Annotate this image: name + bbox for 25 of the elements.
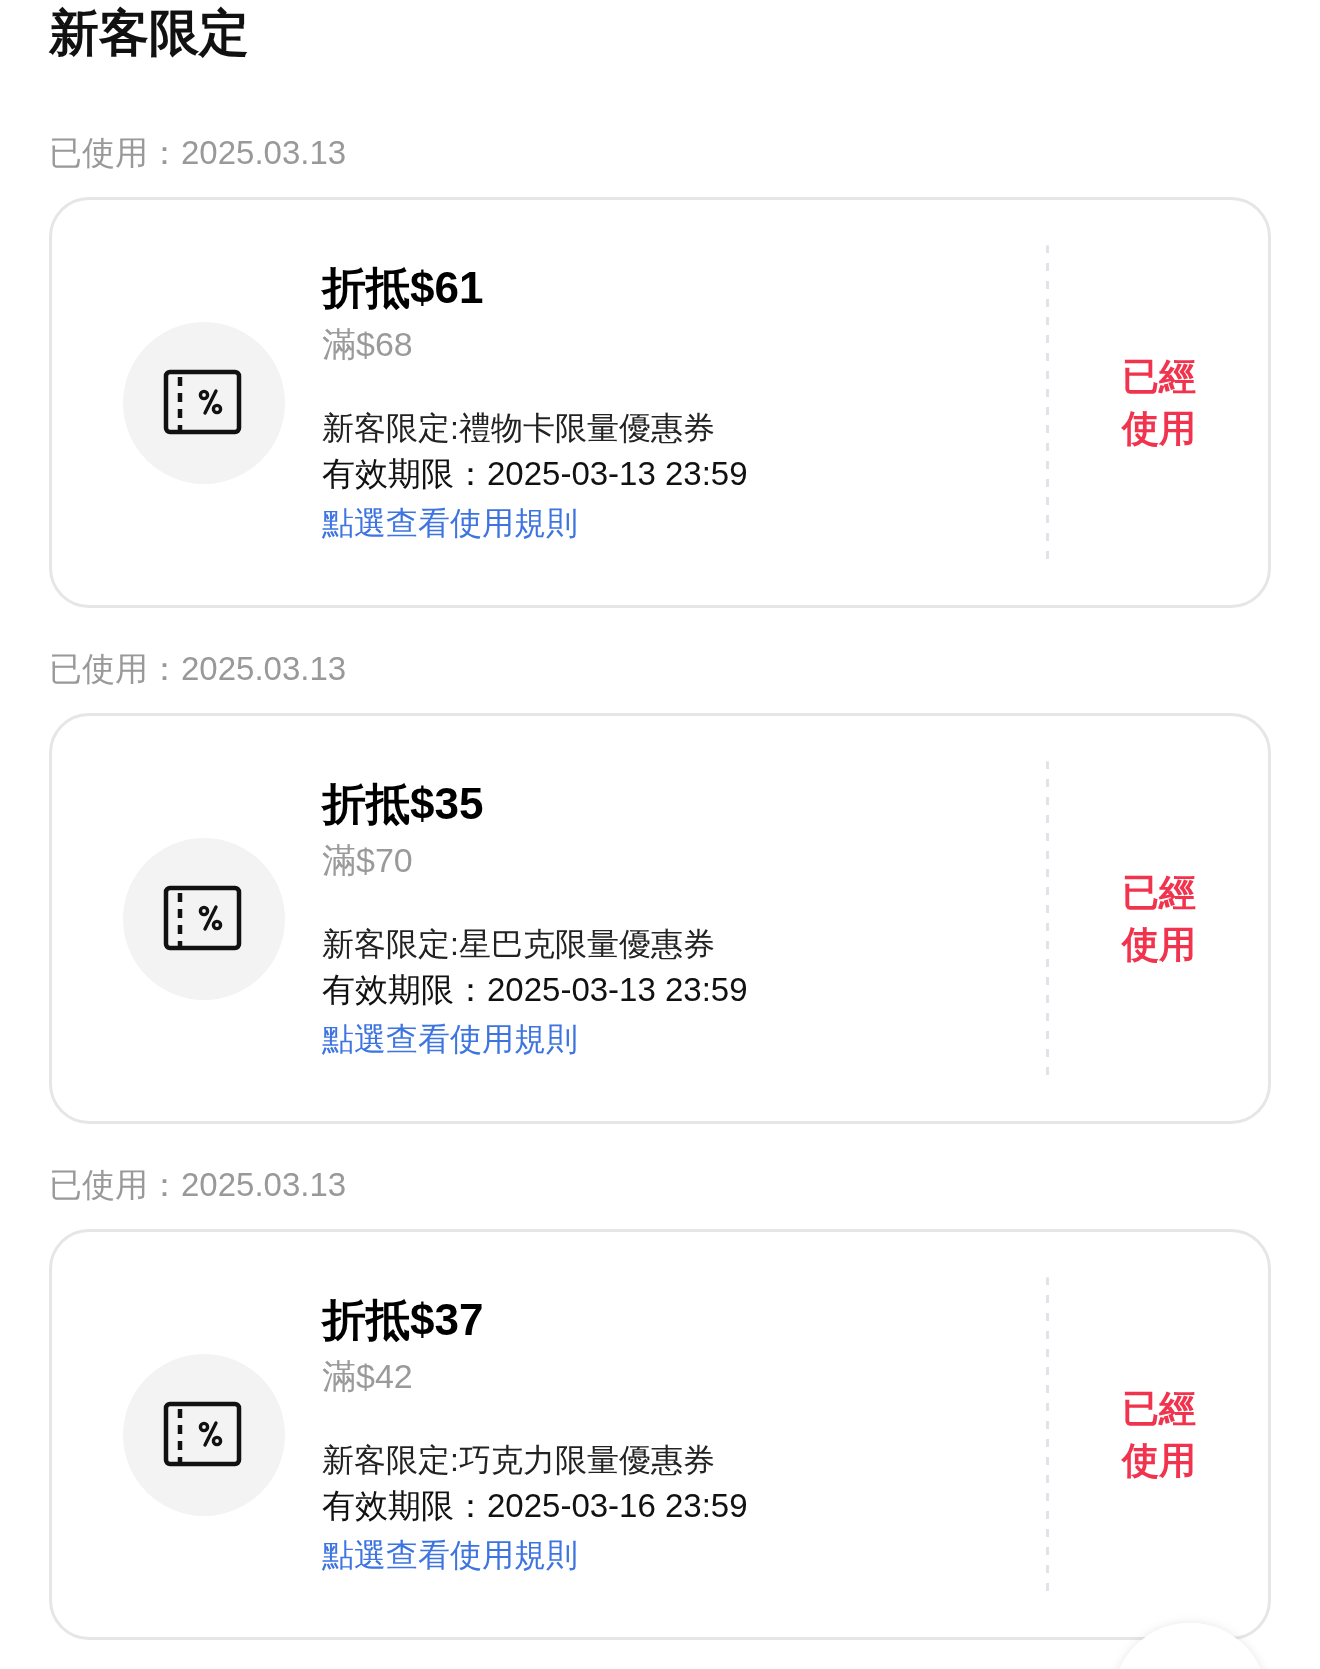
status-label: 已經使用 [1121,354,1196,451]
validity-period: 有效期限：2025-03-16 23:59 [322,1485,748,1526]
rules-link[interactable]: 點選查看使用規則 [322,499,578,546]
used-date: 已使用：2025.03.13 [49,133,348,173]
used-date: 已使用：2025.03.13 [49,649,348,689]
page-title: 新客限定 [49,4,250,63]
coupon-name: 新客限定:巧克力限量優惠券 [322,1440,715,1480]
rules-link[interactable]: 點選查看使用規則 [322,1015,578,1062]
coupon-icon [123,321,285,484]
discount-amount: 折抵$37 [322,1293,484,1346]
coupon-name: 新客限定:禮物卡限量優惠券 [322,408,715,448]
validity-period: 有效期限：2025-03-13 23:59 [322,453,748,494]
minimum-spend: 滿$68 [322,323,413,365]
discount-amount: 折抵$35 [322,777,484,830]
minimum-spend: 滿$70 [322,839,413,881]
used-date: 已使用：2025.03.13 [49,1165,348,1205]
minimum-spend: 滿$42 [322,1355,413,1397]
coupon-icon [123,837,285,1000]
status-label: 已經使用 [1121,870,1196,967]
coupon-name: 新客限定:星巴克限量優惠券 [322,924,715,964]
coupon-icon [123,1353,285,1516]
status-label: 已經使用 [1121,1386,1196,1483]
validity-period: 有效期限：2025-03-13 23:59 [322,969,748,1010]
rules-link[interactable]: 點選查看使用規則 [322,1531,578,1578]
discount-amount: 折抵$61 [322,261,484,314]
